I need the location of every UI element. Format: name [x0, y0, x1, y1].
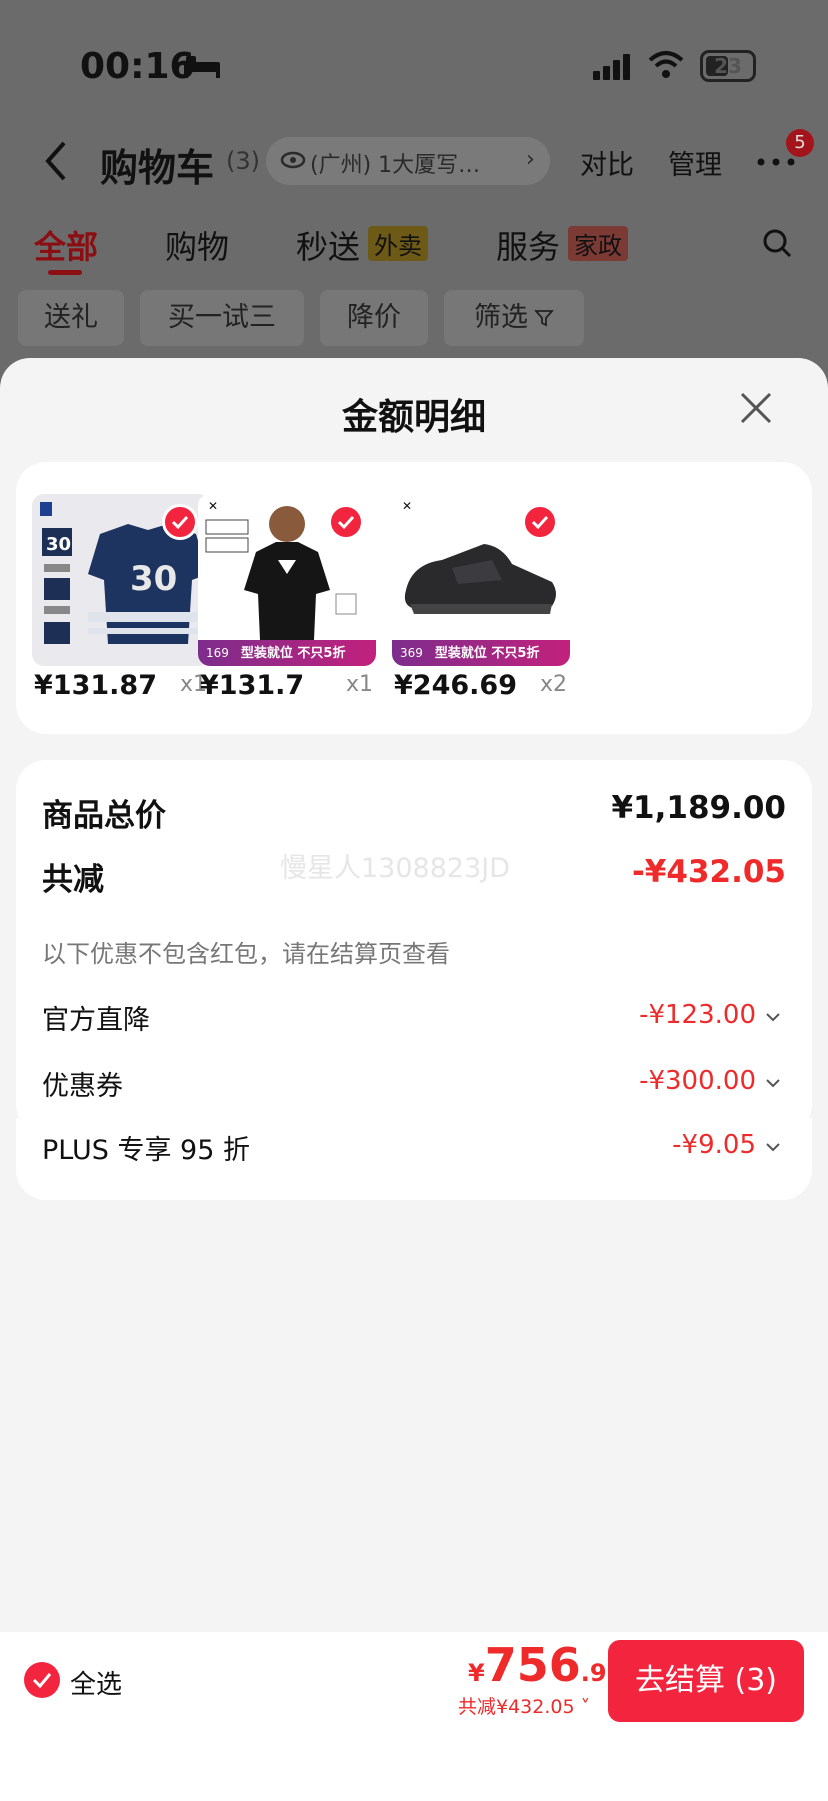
sleep-mode-icon — [184, 56, 220, 78]
svg-text:✕: ✕ — [208, 499, 218, 513]
checkout-button[interactable]: 去结算 (3) — [608, 1640, 804, 1722]
selected-check-icon[interactable] — [328, 504, 364, 540]
page-title: 购物车 — [100, 146, 215, 190]
wifi-icon — [648, 51, 684, 78]
discount-value-coupon[interactable]: -¥300.00 — [639, 1066, 756, 1096]
discount-label-coupon: 优惠券 — [42, 1071, 123, 1102]
promo-price: 169 — [206, 646, 229, 660]
chip-filter-label: 筛选 — [474, 302, 528, 333]
message-badge: 5 — [786, 129, 814, 157]
watermark-text: 慢星人1308823JD — [280, 853, 511, 884]
promo-banner: 169 型装就位 不只5折 — [198, 640, 376, 666]
promo-banner: 369 型装就位 不只5折 — [392, 640, 570, 666]
chevron-right-icon: › — [526, 147, 535, 172]
takeout-tag: 外卖 — [368, 226, 429, 261]
chevron-down-icon[interactable] — [764, 1140, 782, 1154]
product-item[interactable]: ✕ 369 型装就位 不只5折 ¥246.69 x2 — [392, 494, 572, 714]
total-integer: 756 — [484, 1638, 581, 1692]
product-quantity: x1 — [346, 672, 374, 697]
chip-filter[interactable]: 筛选 — [444, 290, 584, 346]
address-text: (广州) 1大厦写… — [310, 153, 481, 178]
select-all-label[interactable]: 全选 — [70, 1664, 122, 1701]
promo-price: 369 — [400, 646, 423, 660]
chevron-down-icon[interactable] — [764, 1076, 782, 1090]
compare-button[interactable]: 对比 — [580, 143, 634, 182]
total-saving-text: 共减¥432.05 — [458, 1696, 575, 1718]
product-price: ¥131.7 — [200, 670, 305, 701]
product-item[interactable]: ✕ 169 型装就位 不只5折 ¥131.7 x1 — [198, 494, 378, 714]
amount-detail-sheet: 金额明细 30 30 ¥131.87 x1 ✕ 169 型装就位 不只5折 ¥1… — [0, 358, 828, 1801]
svg-text:30: 30 — [130, 559, 177, 599]
tab-instant-label: 秒送 — [296, 228, 361, 266]
selected-check-icon[interactable] — [522, 504, 558, 540]
discount-note: 以下优惠不包含红包，请在结算页查看 — [42, 940, 450, 968]
more-dots-icon[interactable] — [756, 157, 796, 167]
tab-shopping[interactable]: 购物 — [165, 222, 229, 268]
status-time: 00:16 — [80, 46, 195, 87]
selected-check-icon[interactable] — [162, 504, 198, 540]
active-tab-indicator — [48, 270, 82, 275]
product-item[interactable]: 30 30 ¥131.87 x1 — [32, 494, 212, 714]
manage-button[interactable]: 管理 — [668, 143, 722, 182]
total-price-label: 商品总价 — [42, 798, 166, 834]
svg-text:30: 30 — [46, 534, 71, 555]
search-icon[interactable] — [762, 228, 792, 258]
plus-discount-row: PLUS 专享 95 折 -¥9.05 — [16, 1118, 812, 1200]
discount-label-official: 官方直降 — [42, 1005, 150, 1036]
tab-service-label: 服务 — [496, 228, 561, 266]
svg-text:✕: ✕ — [402, 499, 412, 513]
close-icon[interactable] — [738, 390, 774, 426]
chip-price-drop[interactable]: 降价 — [320, 290, 428, 346]
cart-count: (3) — [226, 147, 260, 175]
tab-all[interactable]: 全部 — [34, 222, 98, 268]
chip-gift[interactable]: 送礼 — [18, 290, 124, 346]
cellular-signal-icon — [593, 54, 630, 80]
housekeeping-tag: 家政 — [568, 226, 629, 261]
home-indicator-area — [0, 1732, 828, 1801]
cart-nav-bar: 购物车 (3) (广州) 1大厦写… › 对比 管理 5 — [0, 125, 828, 195]
sheet-title: 金额明细 — [341, 397, 486, 438]
cart-tabs: 全部 购物 秒送 外卖 服务 家政 — [0, 222, 828, 282]
product-price: ¥131.87 — [34, 670, 157, 701]
chip-try[interactable]: 买一试三 — [140, 290, 304, 346]
total-price-value: ¥1,189.00 — [611, 790, 786, 826]
product-price: ¥246.69 — [394, 670, 517, 701]
checkout-bar: 全选 ¥756.95 共减¥432.05 ˅ 去结算 (3) — [0, 1632, 828, 1732]
filter-icon — [534, 310, 554, 327]
promo-text: 型装就位 不只5折 — [240, 646, 346, 661]
total-yen: ¥ — [468, 1659, 485, 1687]
tab-service[interactable]: 服务 家政 — [496, 222, 629, 268]
chevron-down-icon[interactable] — [764, 1010, 782, 1024]
background-cart-page: 00:16 23 购物车 (3) (广州) 1大厦写… › 对比 管理 5 全部… — [0, 0, 828, 380]
products-card: 30 30 ¥131.87 x1 ✕ 169 型装就位 不只5折 ¥131.7 … — [16, 462, 812, 734]
discount-label-plus: PLUS 专享 95 折 — [42, 1135, 250, 1166]
tab-instant[interactable]: 秒送 外卖 — [296, 222, 429, 268]
filter-chips: 送礼 买一试三 降价 筛选 — [0, 290, 828, 350]
address-selector[interactable]: (广州) 1大厦写… › — [266, 137, 550, 185]
total-reduction-value: -¥432.05 — [631, 854, 786, 890]
promo-text: 型装就位 不只5折 — [434, 646, 540, 661]
price-summary-card: 慢星人1308823JD 商品总价 ¥1,189.00 共减 -¥432.05 … — [16, 760, 812, 1134]
battery-level: 23 — [714, 54, 742, 78]
discount-value-plus[interactable]: -¥9.05 — [672, 1130, 756, 1160]
total-payable: ¥756.95 — [468, 1638, 623, 1692]
total-reduction-label: 共减 — [42, 862, 104, 898]
product-quantity: x2 — [540, 672, 568, 697]
total-saving[interactable]: 共减¥432.05 ˅ — [458, 1692, 590, 1719]
select-all-check-icon[interactable] — [24, 1662, 60, 1698]
battery-icon: 23 — [700, 50, 756, 82]
discount-value-official[interactable]: -¥123.00 — [639, 1000, 756, 1030]
eye-icon — [280, 151, 306, 169]
status-bar: 00:16 23 — [0, 0, 828, 120]
back-chevron-icon[interactable] — [40, 139, 70, 183]
